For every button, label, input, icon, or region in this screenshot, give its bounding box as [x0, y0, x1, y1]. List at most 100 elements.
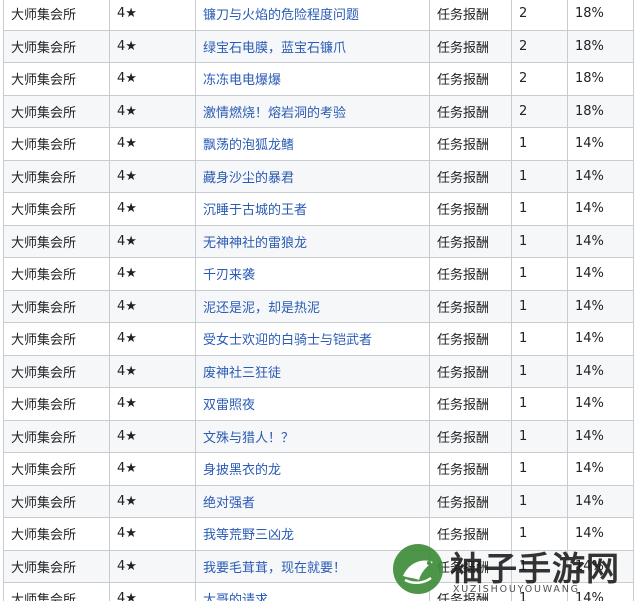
cell-quest-name: 文殊与猎人！？: [195, 419, 430, 453]
cell-drop-rate: 14%: [567, 452, 634, 486]
cell-quest-name: 镰刀与火焰的危险程度问题: [195, 0, 430, 31]
cell-quest-name: 冻冻电电爆爆: [195, 62, 430, 96]
cell-location: 大师集会所: [3, 549, 110, 583]
cell-reward-type: 任务报酬: [429, 0, 512, 31]
cell-quest-name: 藏身沙尘的暴君: [195, 159, 430, 193]
cell-location: 大师集会所: [3, 0, 110, 31]
quest-link[interactable]: 镰刀与火焰的危险程度问题: [203, 8, 359, 23]
quest-link[interactable]: 大哥的请求: [203, 593, 268, 601]
cell-location: 大师集会所: [3, 419, 110, 453]
quest-link[interactable]: 我要毛茸茸，现在就要！: [203, 561, 346, 576]
cell-quest-name: 绝对强者: [195, 484, 430, 518]
table-row: 大师集会所 4★ 双雷照夜 任务报酬 1 14%: [3, 387, 634, 421]
cell-location: 大师集会所: [3, 452, 110, 486]
cell-rank: 4★: [109, 517, 196, 551]
cell-quest-name: 无神神社的雷狼龙: [195, 224, 430, 258]
cell-reward-type: 任务报酬: [429, 159, 512, 193]
cell-reward-type: 任务报酬: [429, 354, 512, 388]
quest-link[interactable]: 飘荡的泡狐龙鳍: [203, 138, 294, 153]
quest-link[interactable]: 文殊与猎人！？: [203, 431, 294, 446]
cell-reward-type: 任务报酬: [429, 62, 512, 96]
quest-link[interactable]: 受女士欢迎的白骑士与铠武者: [203, 333, 372, 348]
cell-count: 1: [511, 224, 568, 258]
cell-location: 大师集会所: [3, 289, 110, 323]
site-watermark: 袖子手游网 XUZISHOUYOUWANG: [390, 540, 635, 601]
cell-rank: 4★: [109, 549, 196, 583]
cell-location: 大师集会所: [3, 224, 110, 258]
table-row: 大师集会所 4★ 无神神社的雷狼龙 任务报酬 1 14%: [3, 224, 634, 258]
quest-reward-table-view: 大师集会所 4★ 镰刀与火焰的危险程度问题 任务报酬 2 18% 大师集会所 4★ 绿宝石电膜，…: [0, 0, 639, 601]
cell-quest-name: 飘荡的泡狐龙鳍: [195, 127, 430, 161]
cell-location: 大师集会所: [3, 62, 110, 96]
quest-link[interactable]: 绿宝石电膜，蓝宝石镰爪: [203, 41, 346, 56]
cell-location: 大师集会所: [3, 192, 110, 226]
cell-rank: 4★: [109, 354, 196, 388]
quest-link[interactable]: 我等荒野三凶龙: [203, 528, 294, 543]
table-row: 大师集会所 4★ 千刃来袭 任务报酬 1 14%: [3, 257, 634, 291]
cell-quest-name: 绿宝石电膜，蓝宝石镰爪: [195, 29, 430, 63]
cell-quest-name: 沉睡于古城的王者: [195, 192, 430, 226]
table-row: 大师集会所 4★ 镰刀与火焰的危险程度问题 任务报酬 2 18%: [3, 0, 634, 31]
cell-rank: 4★: [109, 224, 196, 258]
cell-reward-type: 任务报酬: [429, 224, 512, 258]
table-row: 大师集会所 4★ 藏身沙尘的暴君 任务报酬 1 14%: [3, 159, 634, 193]
quest-link[interactable]: 激情燃烧！熔岩洞的考验: [203, 106, 346, 121]
cell-quest-name: 废神社三狂徒: [195, 354, 430, 388]
table-row: 大师集会所 4★ 受女士欢迎的白骑士与铠武者 任务报酬 1 14%: [3, 322, 634, 356]
table-row: 大师集会所 4★ 泥还是泥，却是热泥 任务报酬 1 14%: [3, 289, 634, 323]
cell-count: 1: [511, 484, 568, 518]
cell-reward-type: 任务报酬: [429, 322, 512, 356]
cell-reward-type: 任务报酬: [429, 192, 512, 226]
cell-location: 大师集会所: [3, 354, 110, 388]
cell-rank: 4★: [109, 29, 196, 63]
table-row: 大师集会所 4★ 废神社三狂徒 任务报酬 1 14%: [3, 354, 634, 388]
quest-link[interactable]: 绝对强者: [203, 496, 255, 511]
cell-count: 1: [511, 419, 568, 453]
cell-drop-rate: 14%: [567, 484, 634, 518]
table-row: 大师集会所 4★ 飘荡的泡狐龙鳍 任务报酬 1 14%: [3, 127, 634, 161]
cell-count: 1: [511, 452, 568, 486]
cell-location: 大师集会所: [3, 257, 110, 291]
quest-link[interactable]: 无神神社的雷狼龙: [203, 236, 307, 251]
quest-link[interactable]: 藏身沙尘的暴君: [203, 171, 294, 186]
cell-rank: 4★: [109, 289, 196, 323]
cell-reward-type: 任务报酬: [429, 127, 512, 161]
cell-drop-rate: 14%: [567, 257, 634, 291]
cell-drop-rate: 18%: [567, 62, 634, 96]
cell-drop-rate: 14%: [567, 289, 634, 323]
cell-location: 大师集会所: [3, 94, 110, 128]
cell-reward-type: 任务报酬: [429, 257, 512, 291]
cell-quest-name: 身披黑衣的龙: [195, 452, 430, 486]
cell-drop-rate: 18%: [567, 0, 634, 31]
cell-count: 1: [511, 354, 568, 388]
quest-link[interactable]: 冻冻电电爆爆: [203, 73, 281, 88]
cell-reward-type: 任务报酬: [429, 94, 512, 128]
cell-drop-rate: 14%: [567, 322, 634, 356]
cell-reward-type: 任务报酬: [429, 289, 512, 323]
quest-link[interactable]: 废神社三狂徒: [203, 366, 281, 381]
cell-rank: 4★: [109, 582, 196, 601]
cell-reward-type: 任务报酬: [429, 419, 512, 453]
cell-quest-name: 泥还是泥，却是热泥: [195, 289, 430, 323]
cell-location: 大师集会所: [3, 322, 110, 356]
cell-count: 1: [511, 192, 568, 226]
table-row: 大师集会所 4★ 身披黑衣的龙 任务报酬 1 14%: [3, 452, 634, 486]
cell-location: 大师集会所: [3, 517, 110, 551]
quest-link[interactable]: 沉睡于古城的王者: [203, 203, 307, 218]
cell-count: 2: [511, 62, 568, 96]
cell-location: 大师集会所: [3, 29, 110, 63]
quest-link[interactable]: 双雷照夜: [203, 398, 255, 413]
cell-count: 1: [511, 322, 568, 356]
quest-link[interactable]: 泥还是泥，却是热泥: [203, 301, 320, 316]
cell-count: 1: [511, 289, 568, 323]
table-row: 大师集会所 4★ 绝对强者 任务报酬 1 14%: [3, 484, 634, 518]
quest-link[interactable]: 身披黑衣的龙: [203, 463, 281, 478]
cell-count: 1: [511, 159, 568, 193]
watermark-site-name: 袖子手游网: [450, 549, 620, 588]
cell-drop-rate: 14%: [567, 419, 634, 453]
cell-quest-name: 激情燃烧！熔岩洞的考验: [195, 94, 430, 128]
cell-location: 大师集会所: [3, 127, 110, 161]
table-row: 大师集会所 4★ 文殊与猎人！？ 任务报酬 1 14%: [3, 419, 634, 453]
cell-rank: 4★: [109, 127, 196, 161]
quest-link[interactable]: 千刃来袭: [203, 268, 255, 283]
